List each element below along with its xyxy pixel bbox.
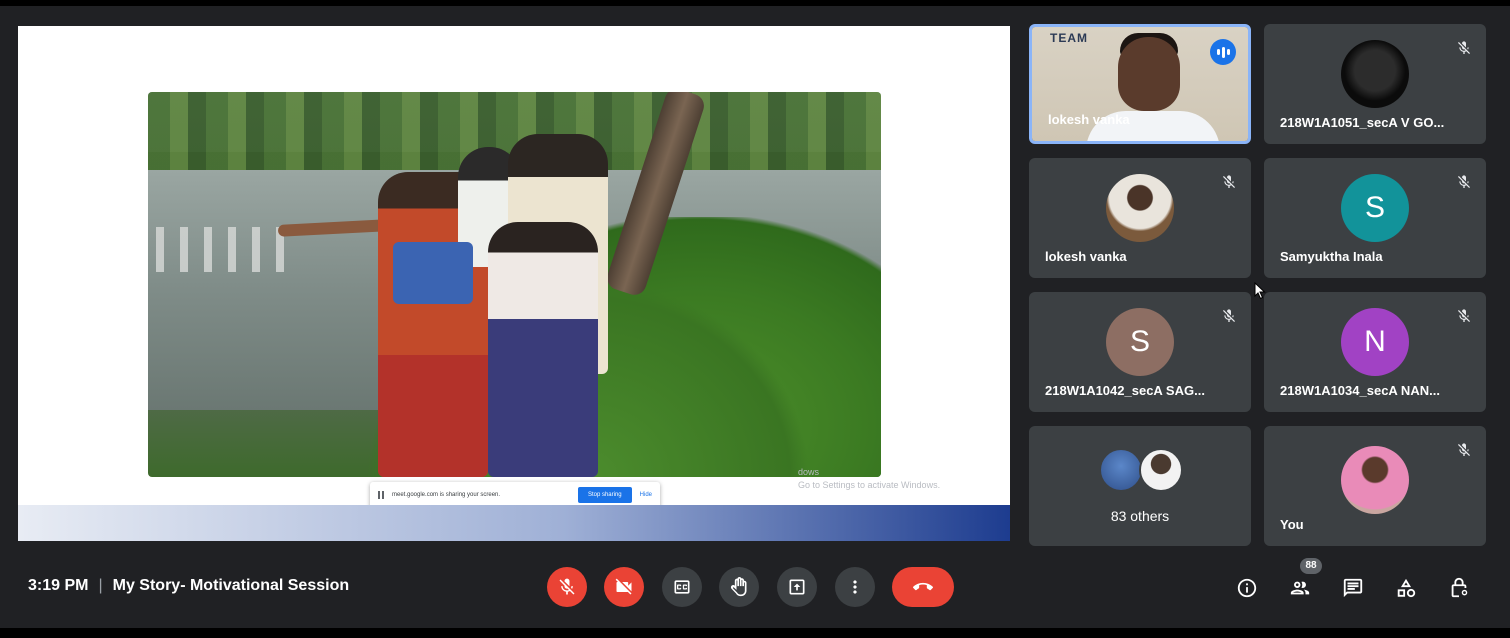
mic-off-icon — [559, 578, 575, 595]
chat-button[interactable] — [1340, 575, 1366, 601]
meeting-details-button[interactable] — [1234, 575, 1260, 601]
others-avatars — [1099, 448, 1189, 492]
people-button[interactable] — [1287, 575, 1313, 601]
participant-name: lokesh vanka — [1048, 112, 1130, 127]
camera-off-icon — [615, 578, 632, 595]
participant-tile[interactable]: S Samyuktha Inala — [1264, 158, 1486, 278]
mic-off-icon — [1458, 175, 1470, 188]
participant-tile[interactable]: S 218W1A1042_secA SAG... — [1029, 292, 1251, 412]
meeting-info: 3:19 PM | My Story- Motivational Session — [28, 577, 349, 595]
participant-avatar: S — [1106, 308, 1174, 376]
end-call-icon — [913, 582, 933, 591]
activities-icon — [1397, 578, 1416, 598]
mic-off-icon — [1458, 443, 1470, 456]
mic-off-icon — [1458, 309, 1470, 322]
shared-screen: dows Go to Settings to activate Windows.… — [18, 26, 1010, 541]
participant-name: You — [1280, 517, 1304, 532]
activities-button[interactable] — [1393, 575, 1419, 601]
present-screen-icon — [789, 579, 805, 595]
participant-avatar — [1106, 174, 1174, 242]
pause-icon — [378, 491, 384, 499]
participant-avatar: N — [1341, 308, 1409, 376]
mic-off-icon — [1223, 309, 1235, 322]
camera-toggle-button[interactable] — [604, 567, 644, 607]
participant-name: Samyuktha Inala — [1280, 249, 1383, 264]
more-vert-icon — [853, 580, 857, 594]
participant-avatar: S — [1341, 174, 1409, 242]
leave-call-button[interactable] — [892, 567, 954, 607]
self-tile[interactable]: You — [1264, 426, 1486, 546]
raise-hand-button[interactable] — [719, 567, 759, 607]
more-options-button[interactable] — [835, 567, 875, 607]
self-avatar — [1341, 446, 1409, 514]
windows-activation-watermark: dows Go to Settings to activate Windows. — [798, 467, 941, 490]
mic-off-icon — [1223, 175, 1235, 188]
info-separator: | — [98, 577, 103, 594]
microphone-toggle-button[interactable] — [547, 567, 587, 607]
participant-name: 218W1A1042_secA SAG... — [1045, 383, 1205, 398]
info-icon — [1237, 578, 1257, 598]
participant-name: 218W1A1051_secA V GO... — [1280, 115, 1445, 130]
host-controls-button[interactable] — [1446, 575, 1472, 601]
captions-icon — [674, 580, 690, 594]
meeting-title: My Story- Motivational Session — [112, 577, 350, 594]
people-icon — [1290, 581, 1310, 595]
mic-off-icon — [1458, 41, 1470, 54]
participant-tile[interactable]: TEAM lokesh vanka — [1029, 24, 1251, 144]
meeting-time: 3:19 PM — [28, 577, 89, 594]
participant-tile[interactable]: 218W1A1051_secA V GO... — [1264, 24, 1486, 144]
presentation-photo — [148, 92, 881, 477]
participants-count-badge: 88 — [1300, 558, 1322, 574]
sharing-message: meet.google.com is sharing your screen. — [392, 492, 501, 498]
chat-icon — [1343, 578, 1363, 598]
participant-tile[interactable]: lokesh vanka — [1029, 158, 1251, 278]
participant-name: 218W1A1034_secA NAN... — [1280, 383, 1440, 398]
bottom-toolbar: 3:19 PM | My Story- Motivational Session… — [0, 555, 1510, 625]
hide-button[interactable]: Hide — [640, 492, 652, 498]
top-border — [0, 0, 1510, 6]
others-tile[interactable]: 83 others — [1029, 426, 1251, 546]
lock-person-icon — [1451, 577, 1468, 598]
bottom-border — [0, 628, 1510, 638]
participant-name: lokesh vanka — [1045, 249, 1127, 264]
participant-tile[interactable]: N 218W1A1034_secA NAN... — [1264, 292, 1486, 412]
stop-sharing-button[interactable]: Stop sharing — [577, 487, 632, 503]
raise-hand-icon — [730, 577, 747, 597]
speaking-indicator-icon — [1210, 39, 1236, 65]
others-count-label: 83 others — [1110, 508, 1170, 524]
participant-avatar — [1341, 40, 1409, 108]
captions-button[interactable] — [662, 567, 702, 607]
present-now-button[interactable] — [777, 567, 817, 607]
slide-footer — [18, 505, 1010, 541]
mouse-cursor-icon — [1254, 282, 1266, 300]
